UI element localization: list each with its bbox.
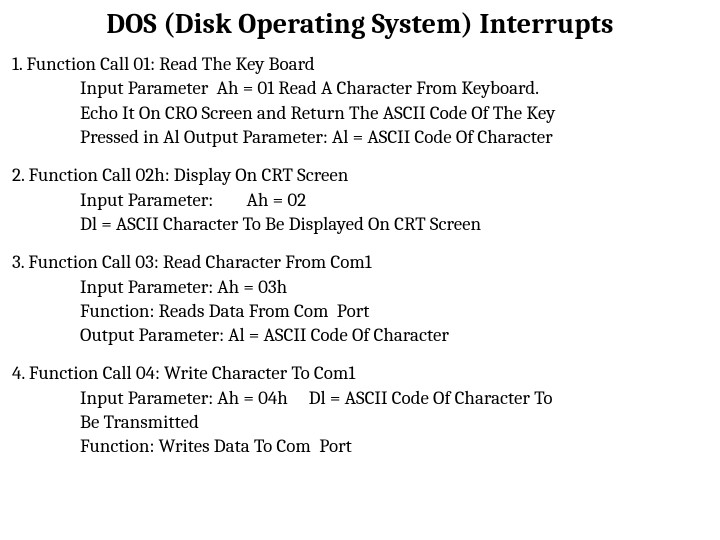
entry-number: 1.	[12, 53, 22, 75]
entry-heading: 2. Function Call 02h: Display On CRT Scr…	[12, 163, 708, 187]
entry-heading: 1. Function Call 01: Read The Key Board	[12, 52, 708, 76]
entry-title-text: Function Call 03: Read Character From Co…	[28, 251, 371, 273]
entry-2: 2. Function Call 02h: Display On CRT Scr…	[12, 163, 708, 236]
entry-number: 2.	[12, 164, 24, 186]
entry-title-text: Function Call 04: Write Character To Com…	[29, 362, 355, 384]
entry-title-text: Function Call 01: Read The Key Board	[26, 53, 314, 75]
entry-body: Input Parameter: Ah = 04h Dl = ASCII Cod…	[12, 386, 708, 459]
entry-4: 4. Function Call 04: Write Character To …	[12, 361, 708, 458]
entry-body: Input Parameter Ah = 01 Read A Character…	[12, 76, 708, 149]
page-title: DOS (Disk Operating System) Interrupts	[12, 8, 708, 40]
entry-number: 3.	[12, 251, 24, 273]
entry-number: 4.	[12, 362, 25, 384]
entry-3: 3. Function Call 03: Read Character From…	[12, 250, 708, 347]
entry-body: Input Parameter: Ah = 02 Dl = ASCII Char…	[12, 188, 708, 237]
entry-body: Input Parameter: Ah = 03h Function: Read…	[12, 275, 708, 348]
entry-title-text: Function Call 02h: Display On CRT Screen	[29, 164, 349, 186]
entry-heading: 3. Function Call 03: Read Character From…	[12, 250, 708, 274]
entry-heading: 4. Function Call 04: Write Character To …	[12, 361, 708, 385]
entry-1: 1. Function Call 01: Read The Key Board …	[12, 52, 708, 149]
